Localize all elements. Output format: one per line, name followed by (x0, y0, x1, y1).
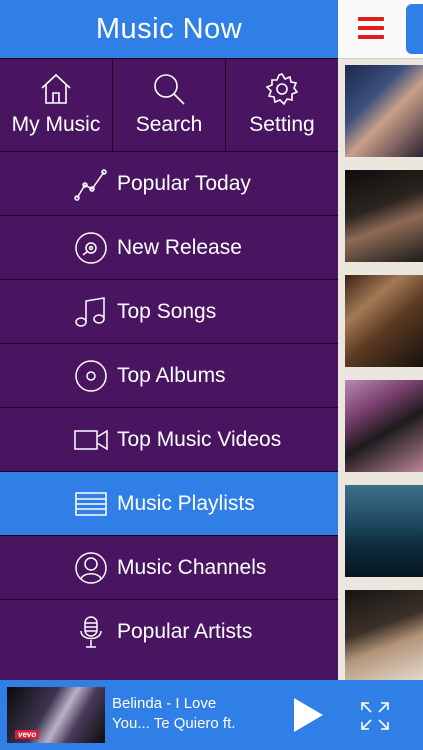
music-note-icon (75, 296, 105, 327)
menu-item-popular-today[interactable]: Popular Today (0, 151, 338, 215)
menu-item-top-music-videos[interactable]: Top Music Videos (0, 407, 338, 471)
app-title: Music Now (95, 12, 243, 45)
tab-label: My Music (11, 113, 101, 136)
video-camera-icon (74, 429, 108, 450)
menu-item-top-albums[interactable]: Top Albums (0, 343, 338, 407)
microphone-icon (80, 615, 102, 648)
menu-label: Top Songs (117, 299, 217, 323)
menu-label: Music Playlists (117, 491, 255, 515)
menu-item-music-playlists[interactable]: Music Playlists (0, 471, 338, 535)
drawer-header: Music Now (0, 0, 338, 58)
video-list-panel (338, 0, 423, 750)
menu-label: Top Albums (117, 363, 226, 387)
video-thumb-1[interactable] (345, 65, 423, 157)
album-icon (75, 359, 107, 392)
menu-item-new-release[interactable]: New Release (0, 215, 338, 279)
menu-label: New Release (117, 235, 242, 259)
toolbar-button[interactable] (406, 4, 423, 54)
playlist-icon (75, 491, 107, 516)
content-toolbar (338, 0, 423, 59)
now-playing-title: Belinda - I Love You... Te Quiero ft. (112, 695, 236, 732)
play-icon[interactable] (290, 696, 326, 734)
tab-label: Search (135, 113, 203, 136)
search-icon (154, 74, 185, 105)
menu-item-music-channels[interactable]: Music Channels (0, 535, 338, 599)
video-thumb-5[interactable] (345, 485, 423, 577)
tab-search[interactable]: Search (113, 59, 226, 151)
trend-chart-icon (74, 168, 107, 201)
expand-icon[interactable] (359, 700, 391, 732)
vevo-badge: vevo (15, 730, 40, 739)
video-thumb-4[interactable] (345, 380, 423, 472)
video-thumb-6[interactable] (345, 590, 423, 682)
menu-label: Popular Today (117, 171, 251, 195)
video-thumb-3[interactable] (345, 275, 423, 367)
gear-icon (265, 73, 299, 106)
home-icon (41, 73, 71, 104)
menu-label: Music Channels (117, 555, 267, 579)
tab-label: Setting (249, 113, 315, 136)
video-thumb-2[interactable] (345, 170, 423, 262)
navigation-drawer: Music Now My Music Search Setting Popula… (0, 0, 338, 680)
disc-icon (75, 231, 107, 264)
now-playing-thumbnail[interactable]: vevo (7, 687, 105, 743)
menu-label: Top Music Videos (117, 427, 282, 451)
tab-setting[interactable]: Setting (226, 59, 338, 151)
quick-tabs: My Music Search Setting (0, 58, 338, 151)
tab-my-music[interactable]: My Music (0, 59, 113, 151)
menu-item-top-songs[interactable]: Top Songs (0, 279, 338, 343)
menu-item-popular-artists[interactable]: Popular Artists (0, 599, 338, 663)
menu-label: Popular Artists (117, 619, 253, 643)
user-circle-icon (75, 551, 107, 584)
hamburger-icon[interactable] (358, 17, 384, 39)
